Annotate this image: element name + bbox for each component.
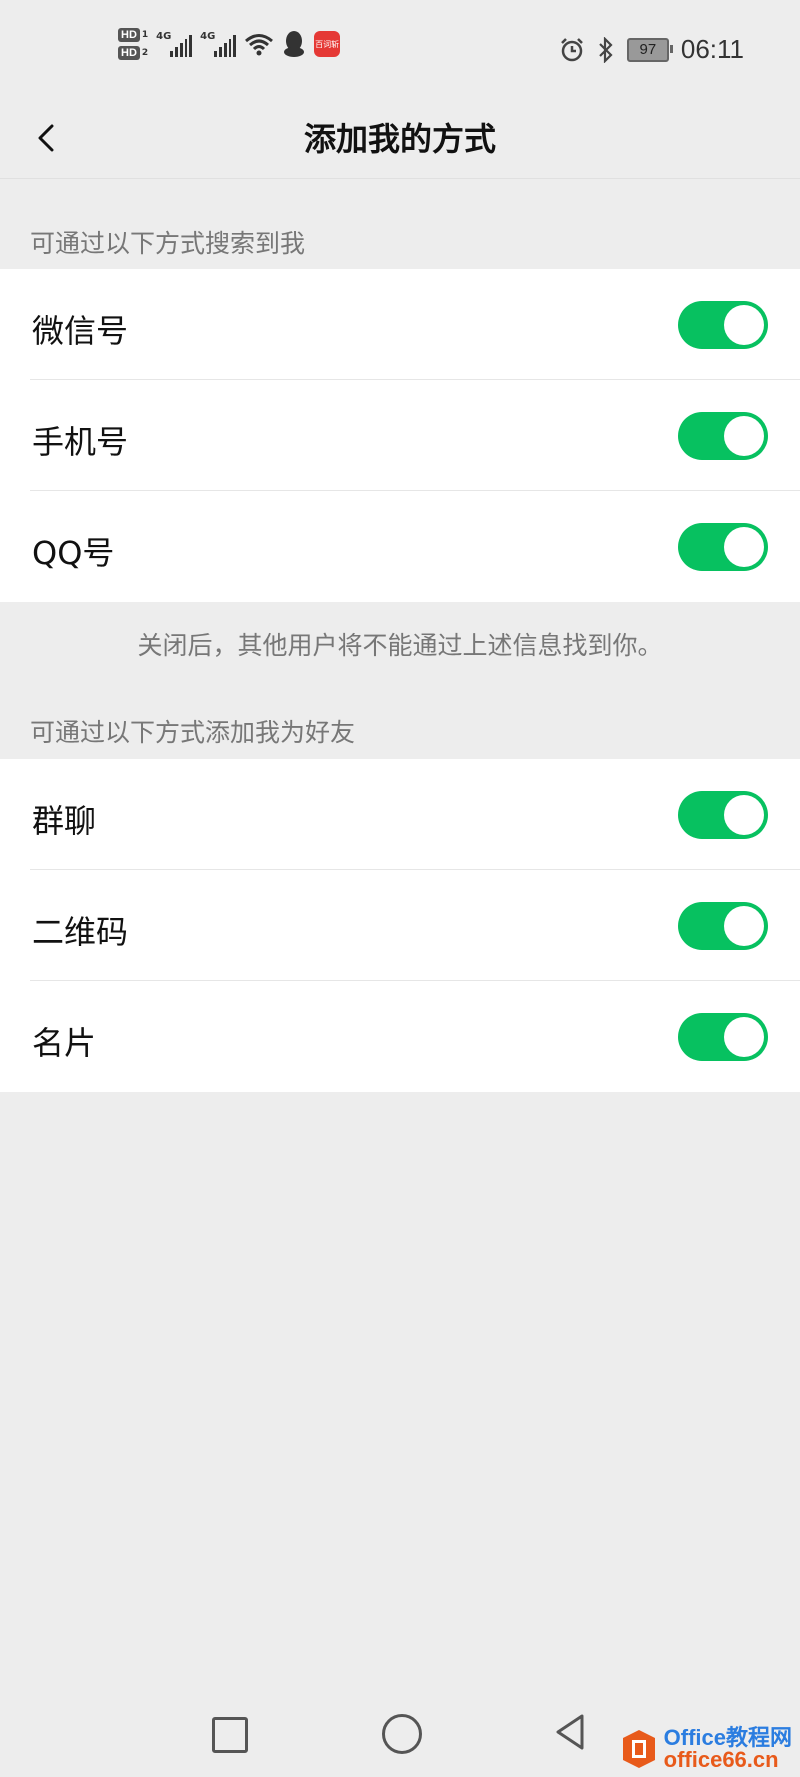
setting-row-business-card[interactable]: 名片 <box>0 981 800 1092</box>
hd2-indicator: HD 2 <box>118 46 148 60</box>
status-left: HD 1 HD 2 4G 4G 百词斩 <box>118 28 341 60</box>
qq-icon <box>284 31 305 57</box>
app-badge-text: 百词斩 <box>315 39 340 49</box>
watermark: Office教程网 office66.cn <box>620 1727 792 1771</box>
clock: 06:11 <box>680 34 744 64</box>
alarm-icon <box>560 37 583 61</box>
hd1-badge: HD <box>118 28 140 42</box>
wifi-icon <box>245 34 274 56</box>
wechat-id-toggle[interactable] <box>678 301 768 349</box>
setting-label: 手机号 <box>32 423 129 461</box>
setting-label: 群聊 <box>32 802 97 840</box>
toggle-knob <box>724 795 764 835</box>
hd2-badge: HD <box>118 46 140 60</box>
bluetooth-icon <box>599 36 613 63</box>
nav-bar: 添加我的方式 <box>0 100 800 179</box>
toggle-knob <box>724 906 764 946</box>
signal2-icon: 4G <box>200 31 237 57</box>
toggle-knob <box>724 305 764 345</box>
setting-label: 微信号 <box>32 312 129 350</box>
battery-icon: 97 <box>626 37 673 62</box>
toggle-knob <box>724 1017 764 1057</box>
business-card-toggle[interactable] <box>678 1013 768 1061</box>
office-logo-icon <box>622 1730 655 1768</box>
setting-row-qr-code[interactable]: 二维码 <box>0 870 800 981</box>
signal1-icon: 4G <box>156 31 193 57</box>
hd1-number: 1 <box>141 30 149 40</box>
phone-toggle[interactable] <box>678 412 768 460</box>
home-button[interactable] <box>382 1714 422 1754</box>
app-badge-icon: 百词斩 <box>314 31 341 57</box>
hd-indicators: HD 1 HD 2 <box>118 28 148 60</box>
qq-toggle[interactable] <box>678 523 768 571</box>
setting-row-wechat-id[interactable]: 微信号 <box>0 269 800 380</box>
page-title: 添加我的方式 <box>303 120 496 158</box>
recents-button[interactable] <box>212 1717 248 1753</box>
add-settings-group: 群聊 二维码 名片 <box>0 759 800 1092</box>
setting-row-phone[interactable]: 手机号 <box>0 380 800 491</box>
toggle-knob <box>724 527 764 567</box>
status-right: 97 06:11 <box>559 34 744 65</box>
signal2-label: 4G <box>200 31 216 42</box>
search-settings-group: 微信号 手机号 QQ号 <box>0 269 800 602</box>
setting-row-qq[interactable]: QQ号 <box>0 491 800 602</box>
setting-label: QQ号 <box>32 534 115 572</box>
system-back-button[interactable] <box>552 1712 588 1752</box>
hd2-number: 2 <box>141 48 149 58</box>
watermark-text: Office教程网 office66.cn <box>664 1727 792 1771</box>
add-section-label: 可通过以下方式添加我为好友 <box>30 718 356 747</box>
search-section-label: 可通过以下方式搜索到我 <box>30 229 306 258</box>
setting-label: 名片 <box>32 1024 97 1062</box>
search-note: 关闭后，其他用户将不能通过上述信息找到你。 <box>137 631 663 660</box>
toggle-knob <box>724 416 764 456</box>
watermark-line2: office66.cn <box>663 1747 779 1772</box>
qr-code-toggle[interactable] <box>678 902 768 950</box>
signal1-label: 4G <box>156 31 172 42</box>
watermark-line1: Office教程网 <box>663 1725 792 1750</box>
setting-row-group-chat[interactable]: 群聊 <box>0 759 800 870</box>
battery-level: 97 <box>639 41 657 58</box>
hd1-indicator: HD 1 <box>118 28 148 42</box>
group-chat-toggle[interactable] <box>678 791 768 839</box>
setting-label: 二维码 <box>32 913 129 951</box>
status-bar: HD 1 HD 2 4G 4G 百词斩 97 06:11 <box>0 0 800 100</box>
